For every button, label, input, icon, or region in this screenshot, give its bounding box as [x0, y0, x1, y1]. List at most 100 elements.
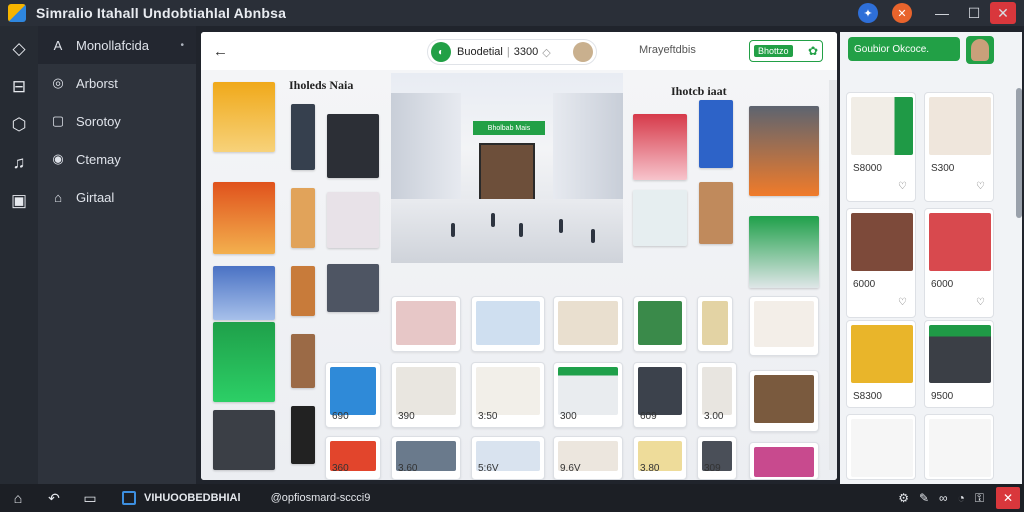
product-tile[interactable] [749, 216, 819, 288]
product-card[interactable] [633, 296, 687, 352]
main-scrollbar[interactable] [829, 80, 837, 470]
product-card[interactable] [697, 296, 733, 352]
app-window-icon[interactable] [122, 491, 136, 505]
product-card[interactable]: 3.60 [391, 436, 461, 480]
music-note-icon[interactable]: ♫ [0, 144, 38, 182]
diamond-icon[interactable]: ◇ [0, 30, 38, 68]
product-image [702, 301, 728, 345]
window-icon[interactable]: ▭ [72, 490, 108, 507]
sidebar-item-monollafcida[interactable]: A Monollafcida • [38, 26, 196, 64]
back-arrow-icon[interactable]: ← [213, 43, 228, 60]
product-tile[interactable] [749, 106, 819, 196]
product-tile[interactable] [213, 182, 275, 254]
product-tile[interactable] [699, 100, 733, 168]
heart-icon[interactable]: ♡ [976, 181, 985, 192]
product-card[interactable]: 300 [553, 362, 623, 428]
maximize-button[interactable]: ☐ [958, 0, 990, 26]
cube-icon[interactable]: ⬡ [0, 106, 38, 144]
taskbar-close-button[interactable]: ✕ [996, 487, 1020, 509]
orange-circle-icon[interactable]: ✕ [892, 3, 912, 23]
product-card[interactable] [749, 442, 819, 480]
home-icon[interactable]: ⌂ [0, 490, 36, 506]
product-card[interactable] [749, 370, 819, 432]
product-tile[interactable] [213, 410, 275, 470]
product-card[interactable]: 9.6V [553, 436, 623, 480]
blue-circle-icon[interactable]: ✦ [858, 3, 878, 23]
product-tile[interactable] [291, 334, 315, 388]
title-bar: Simralio Itahall Undobtiahlal Abnbsa ✦ ✕… [0, 0, 1024, 26]
gear-icon[interactable]: ⚙ [898, 491, 909, 505]
product-tile[interactable] [699, 182, 733, 244]
right-panel-scrollbar[interactable] [1016, 88, 1022, 218]
back-icon[interactable]: ↶ [36, 490, 72, 507]
product-card[interactable]: 3:50 [471, 362, 545, 428]
product-image [754, 375, 814, 423]
sidebar-item-ctemay[interactable]: ◉ Ctemay [38, 140, 196, 178]
close-button[interactable]: ✕ [990, 2, 1016, 24]
right-panel-header-button[interactable]: Goubior Okcoce. [848, 37, 960, 61]
product-card[interactable]: 3.00 [697, 362, 737, 428]
product-card[interactable] [846, 414, 916, 480]
product-tile[interactable] [291, 188, 315, 248]
product-image [396, 367, 456, 415]
heart-icon[interactable]: ♡ [898, 297, 907, 308]
product-card[interactable]: 390 [391, 362, 461, 428]
clock-icon[interactable]: ◔ [958, 491, 965, 505]
sidebar-item-sorotoy[interactable]: ▢ Sorotoy [38, 102, 196, 140]
product-card[interactable]: 5:6V [471, 436, 545, 480]
product-card[interactable] [924, 414, 994, 480]
product-card[interactable]: 6000 ♡ [846, 208, 916, 318]
product-tile[interactable] [291, 266, 315, 316]
sidebar-item-label: Girtaal [76, 189, 115, 205]
product-card[interactable] [553, 296, 623, 352]
product-tile[interactable] [291, 406, 315, 464]
avatar[interactable] [966, 36, 994, 64]
dashboard-icon[interactable]: ⊟ [0, 68, 38, 106]
taskbar-address[interactable]: @opfiosmard-sccci9 [271, 492, 371, 504]
link-icon[interactable]: ∞ [939, 491, 948, 505]
product-tile[interactable] [291, 104, 315, 170]
product-tile[interactable] [633, 114, 687, 180]
sidebar-item-label: Ctemay [76, 151, 121, 167]
product-image [929, 419, 991, 477]
pen-icon[interactable]: ✎ [919, 491, 929, 505]
lock-icon[interactable]: ⚿ [975, 491, 984, 506]
product-tile[interactable] [327, 114, 379, 178]
minimize-button[interactable]: — [926, 0, 958, 26]
product-tile[interactable] [327, 192, 379, 248]
product-card[interactable] [391, 296, 461, 352]
product-tile[interactable] [213, 322, 275, 402]
sidebar-item-arborst[interactable]: ◎ Arborst [38, 64, 196, 102]
product-card[interactable] [471, 296, 545, 352]
avatar[interactable] [573, 42, 593, 62]
product-card[interactable]: S300 ♡ [924, 92, 994, 202]
store-selector[interactable]: ◐ Buodetial | 3300 ◇ [427, 39, 597, 65]
product-tile[interactable] [213, 82, 275, 152]
store-code: 3300 [513, 46, 539, 58]
product-tile[interactable] [633, 190, 687, 246]
product-card[interactable]: 3.80 [633, 436, 687, 480]
product-card[interactable]: 609 [633, 362, 687, 428]
product-image [702, 367, 732, 415]
product-card[interactable]: 6000 ♡ [924, 208, 994, 318]
mall-hall-view[interactable]: Bholbab Mais [391, 73, 623, 263]
product-card[interactable]: 9500 [924, 320, 994, 408]
product-card[interactable]: 360 [325, 436, 381, 480]
package-icon[interactable]: ▣ [0, 182, 38, 220]
product-card[interactable] [749, 296, 819, 356]
product-card[interactable]: 690 [325, 362, 381, 428]
shopper [519, 223, 523, 237]
product-price: 390 [398, 411, 415, 422]
product-card[interactable]: S8300 [846, 320, 916, 408]
status-badge[interactable]: Bhottzo ✿ [749, 40, 823, 62]
product-card[interactable]: 309 [697, 436, 737, 480]
heart-icon[interactable]: ♡ [976, 297, 985, 308]
heart-icon[interactable]: ♡ [898, 181, 907, 192]
taskbar-app-label[interactable]: VIHUOOBEDBHIAl [144, 492, 241, 504]
sidebar-item-label: Sorotoy [76, 113, 121, 129]
target-icon: ◎ [52, 75, 64, 90]
product-tile[interactable] [213, 266, 275, 320]
sidebar-item-girtaal[interactable]: ⌂ Girtaal [38, 178, 196, 216]
product-tile[interactable] [327, 264, 379, 312]
product-card[interactable]: S8000 ♡ [846, 92, 916, 202]
